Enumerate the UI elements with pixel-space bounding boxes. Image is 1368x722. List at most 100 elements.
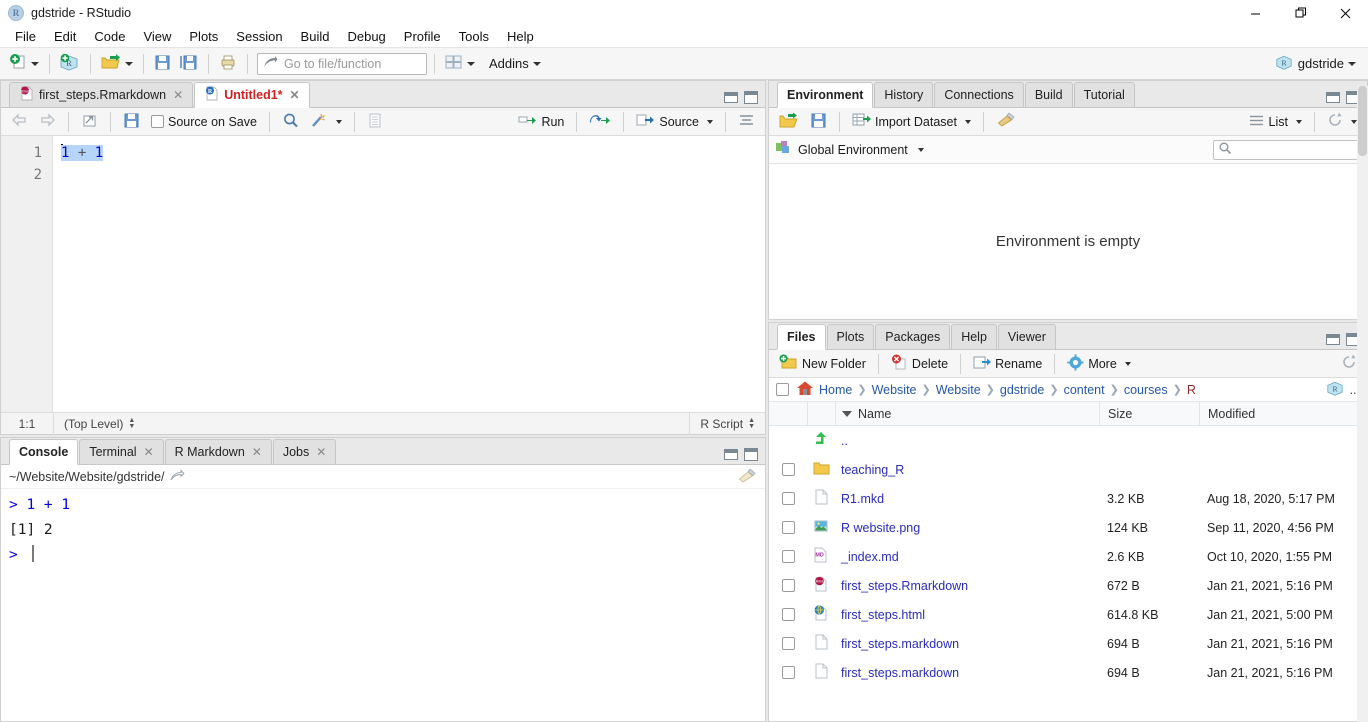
new-project-button[interactable]: R — [57, 52, 83, 76]
save-source-button[interactable] — [119, 111, 144, 133]
row-checkbox-cell[interactable] — [769, 492, 807, 505]
tab-tutorial[interactable]: Tutorial — [1073, 82, 1135, 108]
console-output[interactable]: > 1 + 1 [1] 2 > — [1, 489, 765, 721]
row-checkbox-cell[interactable] — [769, 608, 807, 621]
code-tools-button[interactable] — [306, 111, 346, 133]
breadcrumb-content[interactable]: content — [1064, 383, 1105, 397]
table-row[interactable]: MD _index.md 2.6 KB Oct 10, 2020, 1:55 P… — [769, 542, 1367, 571]
row-checkbox-cell[interactable] — [769, 463, 807, 476]
row-checkbox[interactable] — [781, 521, 795, 534]
refresh-environment-button[interactable] — [1323, 111, 1361, 133]
save-button[interactable] — [151, 52, 174, 76]
select-all-checkbox[interactable] — [776, 383, 789, 396]
row-checkbox-cell[interactable] — [769, 637, 807, 650]
menu-help[interactable]: Help — [498, 26, 543, 48]
source-button[interactable]: Source — [632, 111, 717, 133]
row-name[interactable]: R website.png — [835, 521, 1099, 535]
tab-close-icon[interactable]: ✕ — [144, 445, 154, 459]
row-name[interactable]: R1.mkd — [835, 492, 1099, 506]
menu-plots[interactable]: Plots — [180, 26, 227, 48]
run-button[interactable]: Run — [514, 111, 568, 133]
clear-console-icon[interactable] — [737, 467, 757, 486]
breadcrumb-website-2[interactable]: Website — [936, 383, 981, 397]
delete-button[interactable]: Delete — [887, 353, 952, 375]
minimize-pane-icon[interactable] — [1325, 333, 1341, 346]
forward-button[interactable] — [35, 111, 60, 133]
tab-files[interactable]: Files — [777, 324, 826, 350]
menu-code[interactable]: Code — [85, 26, 134, 48]
environment-scope-selector[interactable]: Global Environment — [775, 140, 924, 159]
tab-plots[interactable]: Plots — [826, 324, 875, 350]
close-icon[interactable] — [1323, 0, 1368, 26]
open-in-new-icon[interactable] — [170, 468, 185, 485]
file-type-selector[interactable]: R Script ▲ ▼ — [690, 413, 765, 435]
table-row[interactable]: teaching_R — [769, 455, 1367, 484]
source-tab-close-icon[interactable]: ✕ — [173, 88, 183, 102]
show-in-new-window-button[interactable] — [77, 111, 102, 133]
new-file-button[interactable] — [6, 52, 42, 76]
table-row[interactable]: R website.png 124 KB Sep 11, 2020, 4:56 … — [769, 513, 1367, 542]
row-checkbox[interactable] — [781, 463, 795, 476]
row-checkbox[interactable] — [781, 579, 795, 592]
row-checkbox[interactable] — [781, 637, 795, 650]
print-button[interactable] — [216, 52, 240, 76]
minimize-pane-icon[interactable] — [1325, 91, 1341, 104]
table-row[interactable]: first_steps.markdown 694 B Jan 21, 2021,… — [769, 629, 1367, 658]
row-checkbox-cell[interactable] — [769, 550, 807, 563]
row-checkbox[interactable] — [781, 492, 795, 505]
breadcrumb-gdstride[interactable]: gdstride — [1000, 383, 1044, 397]
maximize-pane-icon[interactable] — [743, 448, 759, 461]
r-project-icon[interactable]: R — [1326, 380, 1344, 400]
breadcrumb-current[interactable]: R — [1187, 383, 1196, 397]
row-checkbox-cell[interactable] — [769, 666, 807, 679]
code-editor[interactable]: 1 2 1 + 1 — [1, 136, 765, 412]
project-selector[interactable]: R gdstride — [1275, 54, 1362, 74]
header-size-col[interactable]: Size — [1099, 401, 1199, 426]
clear-environment-button[interactable] — [992, 111, 1020, 133]
table-row[interactable]: first_steps.html 614.8 KB Jan 21, 2021, … — [769, 600, 1367, 629]
tab-terminal[interactable]: Terminal ✕ — [79, 439, 164, 465]
menu-file[interactable]: File — [6, 26, 45, 48]
back-button[interactable] — [7, 111, 32, 133]
menu-edit[interactable]: Edit — [45, 26, 85, 48]
row-checkbox[interactable] — [781, 666, 795, 679]
row-checkbox-cell[interactable] — [769, 579, 807, 592]
save-workspace-button[interactable] — [806, 111, 831, 133]
import-dataset-button[interactable]: Import Dataset — [848, 111, 975, 133]
row-name[interactable]: .. — [835, 434, 1099, 448]
document-outline-button[interactable] — [734, 111, 759, 133]
scrollbar-thumb[interactable] — [1358, 86, 1367, 156]
row-name[interactable]: first_steps.markdown — [835, 637, 1099, 651]
source-tab-first-steps-rmarkdown[interactable]: Rmd first_steps.Rmarkdown ✕ — [9, 82, 194, 108]
scope-selector[interactable]: (Top Level) ▲ ▼ — [54, 413, 145, 435]
code-text-area[interactable]: 1 + 1 — [53, 136, 765, 412]
tab-viewer[interactable]: Viewer — [997, 324, 1056, 350]
home-icon[interactable] — [796, 380, 814, 399]
table-row[interactable]: .. — [769, 426, 1367, 455]
row-name[interactable]: teaching_R — [835, 463, 1099, 477]
row-name[interactable]: first_steps.Rmarkdown — [835, 579, 1099, 593]
breadcrumb-website-1[interactable]: Website — [872, 383, 917, 397]
menu-build[interactable]: Build — [292, 26, 339, 48]
row-checkbox[interactable] — [781, 608, 795, 621]
pane-layout-button[interactable] — [442, 52, 478, 76]
maximize-icon[interactable] — [1278, 0, 1323, 26]
addins-button[interactable]: Addins — [480, 52, 544, 76]
row-name[interactable]: first_steps.html — [835, 608, 1099, 622]
load-workspace-button[interactable] — [775, 111, 803, 133]
tab-close-icon[interactable]: ✕ — [252, 445, 262, 459]
source-on-save-checkbox[interactable]: Source on Save — [147, 111, 261, 133]
breadcrumb-home[interactable]: Home — [819, 383, 852, 397]
minimize-pane-icon[interactable] — [723, 91, 739, 104]
tab-jobs[interactable]: Jobs ✕ — [272, 439, 337, 465]
tab-environment[interactable]: Environment — [777, 82, 874, 108]
view-mode-button[interactable]: List — [1245, 111, 1306, 133]
source-tab-untitled1[interactable]: R Untitled1* ✕ — [194, 82, 310, 108]
table-row[interactable]: Rmd first_steps.Rmarkdown 672 B Jan 21, … — [769, 571, 1367, 600]
tab-packages[interactable]: Packages — [875, 324, 951, 350]
tab-console[interactable]: Console — [9, 439, 79, 465]
row-checkbox[interactable] — [781, 550, 795, 563]
new-folder-button[interactable]: New Folder — [775, 353, 870, 375]
more-button[interactable]: More — [1063, 353, 1134, 375]
environment-search-input[interactable] — [1213, 139, 1361, 160]
